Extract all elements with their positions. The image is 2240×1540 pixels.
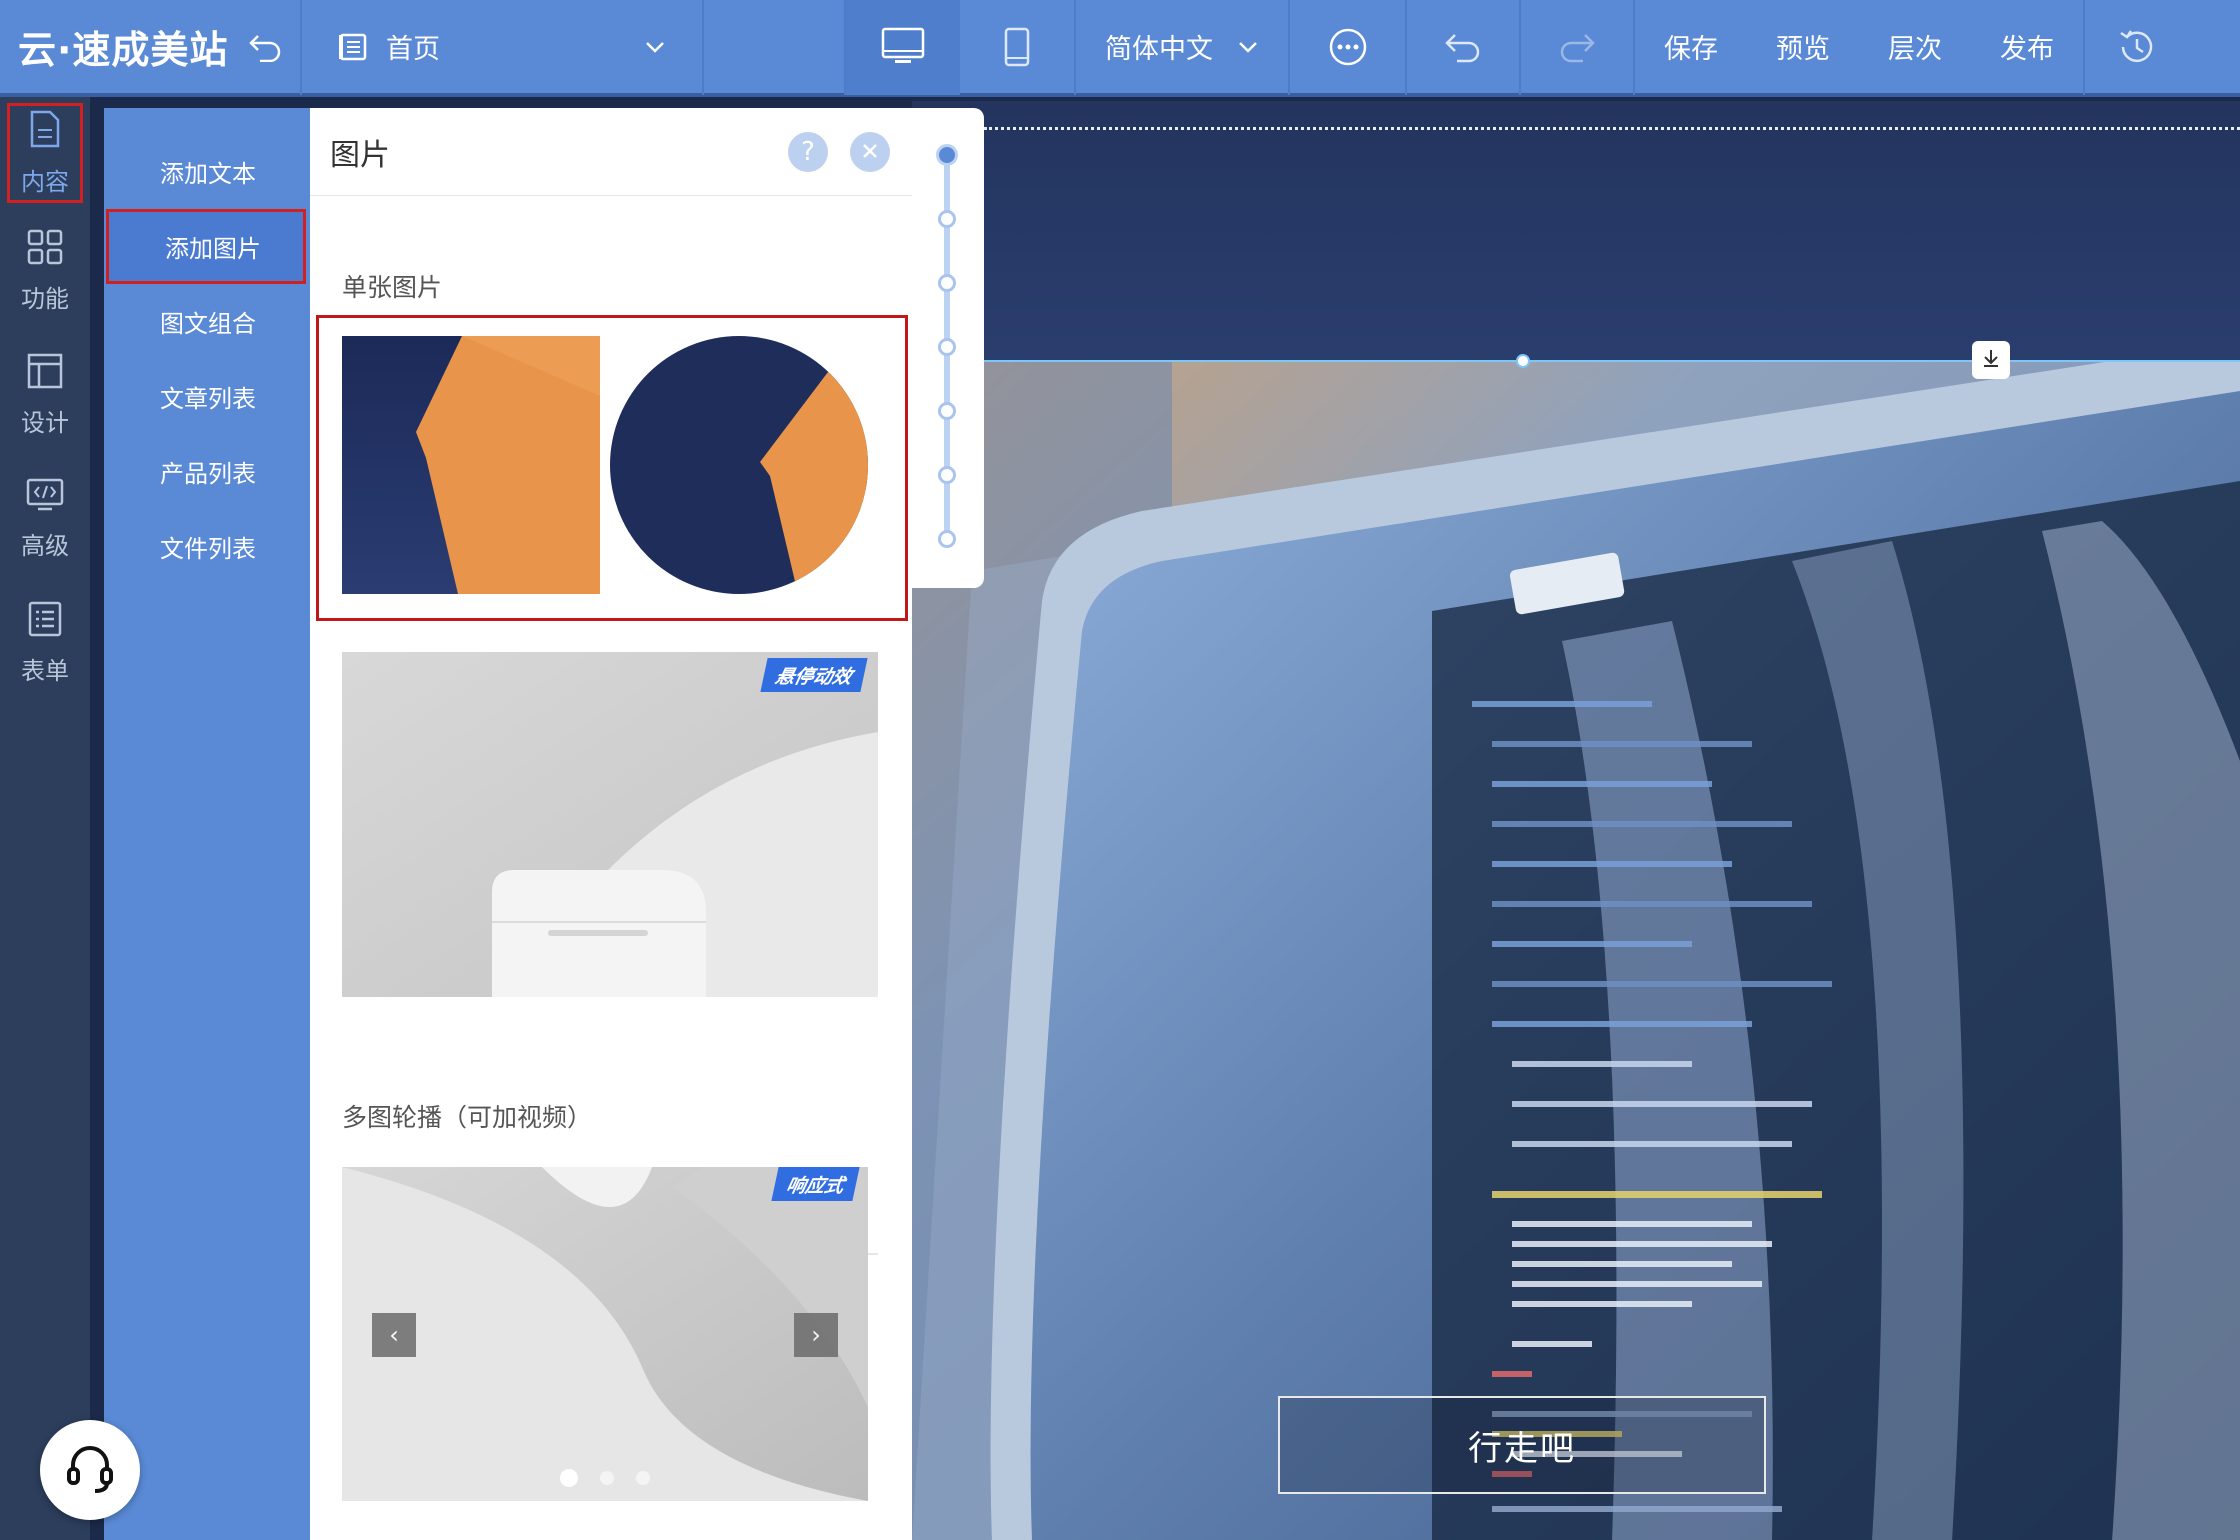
cta-button[interactable]: 行走吧 — [1278, 1396, 1766, 1494]
image-style-circle[interactable] — [610, 336, 868, 594]
layers-button[interactable]: 层次 — [1859, 0, 1971, 95]
rail-item-label: 表单 — [21, 656, 69, 685]
close-icon — [861, 137, 879, 167]
carousel-prev-button[interactable]: ‹ — [372, 1313, 416, 1357]
rail-item-label: 设计 — [21, 408, 69, 437]
undo-icon — [1443, 31, 1483, 63]
support-button[interactable] — [40, 1420, 140, 1520]
track-node[interactable] — [938, 466, 956, 484]
responsive-tag: 响应式 — [771, 1167, 860, 1201]
rail-item-function[interactable]: 功能 — [0, 209, 90, 333]
headset-icon — [61, 1439, 119, 1501]
preview-button[interactable]: 预览 — [1747, 0, 1859, 95]
chevron-down-icon — [644, 40, 666, 54]
track-node[interactable] — [936, 144, 958, 166]
rail-item-form[interactable]: 表单 — [0, 581, 90, 705]
submenu-add-image[interactable]: 添加图片 — [106, 209, 306, 284]
help-button[interactable]: ? — [788, 131, 828, 172]
top-toolbar: 云·速成美站 首页 简体中文 保存 预览 层次 发布 — [0, 0, 2240, 97]
selection-line — [984, 360, 2240, 362]
page-selector[interactable]: 首页 — [302, 0, 702, 95]
download-icon — [1980, 347, 2002, 373]
submenu-image-text-combo[interactable]: 图文组合 — [104, 284, 310, 359]
more-button[interactable] — [1290, 0, 1405, 95]
track-node[interactable] — [938, 210, 956, 228]
panel-header: 图片 ? — [310, 108, 912, 196]
code-icon — [26, 478, 64, 518]
mobile-view-button[interactable] — [960, 0, 1074, 95]
left-rail: 内容 功能 设计 高级 表单 — [0, 97, 90, 1540]
mobile-icon — [1002, 27, 1032, 67]
section-title-single: 单张图片 — [342, 273, 443, 302]
download-button[interactable] — [1972, 341, 2010, 379]
language-label: 简体中文 — [1105, 34, 1213, 65]
track-node[interactable] — [938, 402, 956, 420]
rail-item-content[interactable]: 内容 — [7, 103, 83, 203]
desktop-view-button[interactable] — [846, 0, 960, 95]
rail-item-label: 内容 — [21, 167, 69, 196]
carousel-dots — [342, 1469, 868, 1487]
image-style-carousel[interactable]: 响应式 ‹ › — [342, 1167, 868, 1501]
history-button[interactable] — [2085, 0, 2189, 95]
section-title-carousel: 多图轮播（可加视频） — [342, 1103, 593, 1132]
rail-item-label: 功能 — [21, 284, 69, 313]
track-node[interactable] — [938, 338, 956, 356]
image-style-hover[interactable]: 悬停动效 — [342, 652, 878, 997]
layout-icon — [27, 353, 63, 395]
more-icon — [1328, 27, 1368, 67]
redo-icon — [1557, 31, 1597, 63]
publish-button[interactable]: 发布 — [1971, 0, 2083, 95]
resize-handle[interactable] — [1516, 354, 1530, 368]
track-node[interactable] — [938, 274, 956, 292]
content-submenu: 添加文本 添加图片 图文组合 文章列表 产品列表 文件列表 — [104, 108, 310, 1540]
submenu-add-text[interactable]: 添加文本 — [104, 134, 310, 209]
editor-canvas[interactable]: 行走吧 — [912, 101, 2240, 1540]
hover-effect-tag: 悬停动效 — [760, 658, 868, 692]
logo-area: 云·速成美站 — [0, 0, 300, 95]
rail-item-label: 高级 — [21, 531, 69, 560]
carousel-next-button[interactable]: › — [794, 1313, 838, 1357]
carousel-dot[interactable] — [600, 1471, 614, 1485]
back-arrow-icon[interactable] — [248, 32, 282, 62]
rail-item-design[interactable]: 设计 — [0, 333, 90, 457]
language-selector[interactable]: 简体中文 — [1076, 0, 1288, 95]
chevron-right-icon: › — [811, 1321, 821, 1349]
page-name: 首页 — [386, 34, 440, 65]
history-icon — [2115, 25, 2159, 69]
panel-title: 图片 — [330, 137, 390, 173]
grid-icon — [27, 229, 63, 271]
submenu-product-list[interactable]: 产品列表 — [104, 434, 310, 509]
close-button[interactable] — [850, 131, 890, 172]
panel-scroll-track[interactable] — [912, 108, 984, 588]
desktop-icon — [881, 27, 925, 67]
header-section[interactable] — [912, 101, 2240, 361]
carousel-dot[interactable] — [636, 1471, 650, 1485]
page-icon — [338, 32, 368, 62]
redo-button[interactable] — [1521, 0, 1633, 95]
undo-button[interactable] — [1407, 0, 1519, 95]
save-button[interactable]: 保存 — [1635, 0, 1747, 95]
app-logo: 云·速成美站 — [18, 28, 229, 72]
submenu-file-list[interactable]: 文件列表 — [104, 509, 310, 584]
chevron-down-icon — [1237, 40, 1259, 54]
list-icon — [28, 601, 62, 643]
image-style-square[interactable] — [342, 336, 600, 594]
help-icon: ? — [801, 136, 815, 167]
carousel-dot[interactable] — [560, 1469, 578, 1487]
document-icon — [28, 110, 62, 154]
chevron-left-icon: ‹ — [389, 1321, 399, 1349]
rail-item-advanced[interactable]: 高级 — [0, 457, 90, 581]
section-guide — [984, 127, 2240, 130]
submenu-article-list[interactable]: 文章列表 — [104, 359, 310, 434]
hero-image[interactable] — [912, 341, 2240, 1540]
track-node[interactable] — [938, 530, 956, 548]
